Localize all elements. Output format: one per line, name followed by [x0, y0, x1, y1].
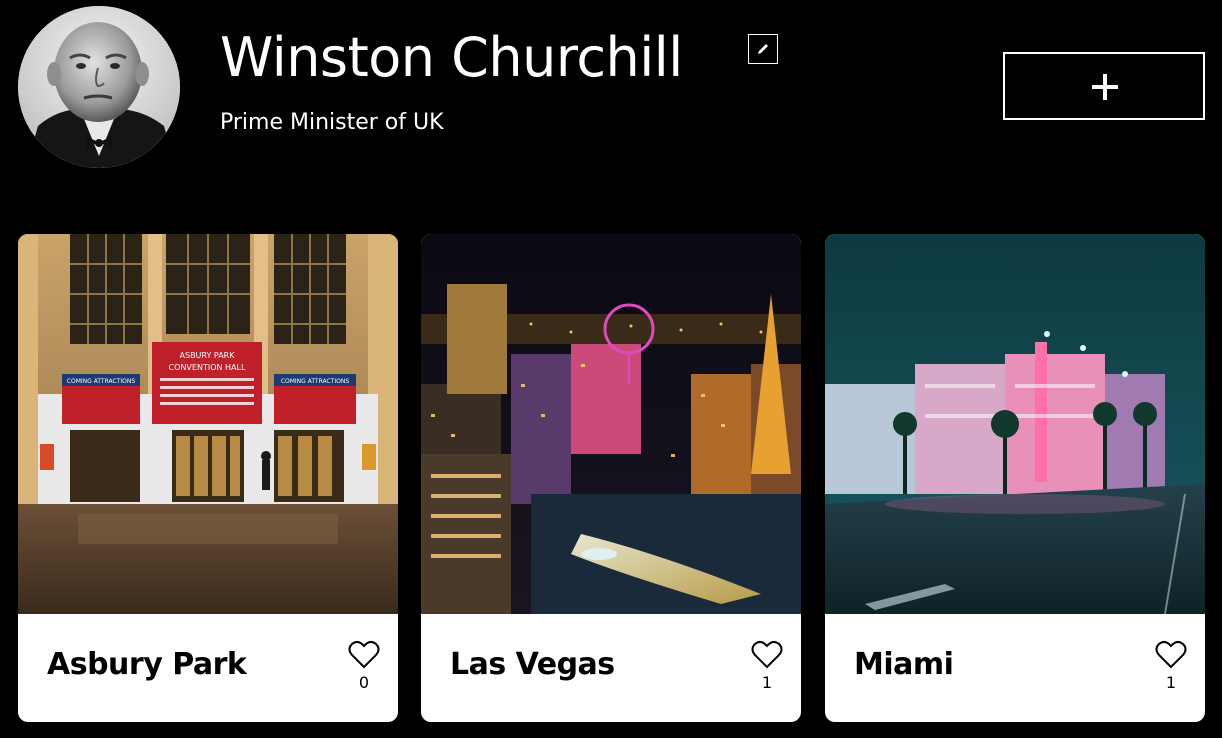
add-place-button[interactable] — [1003, 52, 1205, 120]
convention-hall-photo: ASBURY PARK CONVENTION HALL COMING ATTRA… — [18, 234, 398, 614]
heart-icon — [348, 640, 380, 669]
card-image[interactable] — [421, 234, 801, 614]
like-group: 0 — [344, 640, 384, 696]
like-count: 0 — [358, 673, 370, 692]
card-image[interactable]: ASBURY PARK CONVENTION HALL COMING ATTRA… — [18, 234, 398, 614]
profile-section: Winston Churchill Prime Minister of UK — [0, 0, 1222, 200]
like-count: 1 — [1165, 673, 1177, 692]
svg-text:COMING ATTRACTIONS: COMING ATTRACTIONS — [281, 378, 350, 385]
svg-text:CONVENTION HALL: CONVENTION HALL — [169, 363, 246, 372]
plus-icon — [1092, 74, 1118, 100]
profile-name: Winston Churchill — [220, 26, 683, 89]
profile-about: Prime Minister of UK — [220, 110, 444, 135]
like-group: 1 — [1151, 640, 1191, 696]
edit-profile-button[interactable] — [748, 34, 778, 64]
places-gallery: ASBURY PARK CONVENTION HALL COMING ATTRA… — [18, 234, 1206, 724]
heart-icon — [751, 640, 783, 669]
card-title: Asbury Park — [47, 647, 247, 682]
like-button[interactable] — [751, 640, 783, 670]
like-group: 1 — [747, 640, 787, 696]
place-card: Las Vegas 1 — [421, 234, 801, 722]
pencil-icon — [758, 44, 768, 54]
place-card: Miami 1 — [825, 234, 1205, 722]
svg-text:COMING ATTRACTIONS: COMING ATTRACTIONS — [67, 378, 136, 385]
miami-street-night-photo — [825, 234, 1205, 614]
place-card: ASBURY PARK CONVENTION HALL COMING ATTRA… — [18, 234, 398, 722]
card-image[interactable] — [825, 234, 1205, 614]
card-title: Las Vegas — [450, 647, 615, 682]
portrait-photo — [18, 6, 180, 168]
profile-avatar — [18, 6, 180, 168]
heart-icon — [1155, 640, 1187, 669]
svg-text:ASBURY PARK: ASBURY PARK — [180, 351, 236, 360]
like-count: 1 — [761, 673, 773, 692]
card-title: Miami — [854, 647, 954, 682]
like-button[interactable] — [1155, 640, 1187, 670]
las-vegas-night-photo — [421, 234, 801, 614]
like-button[interactable] — [348, 640, 380, 670]
